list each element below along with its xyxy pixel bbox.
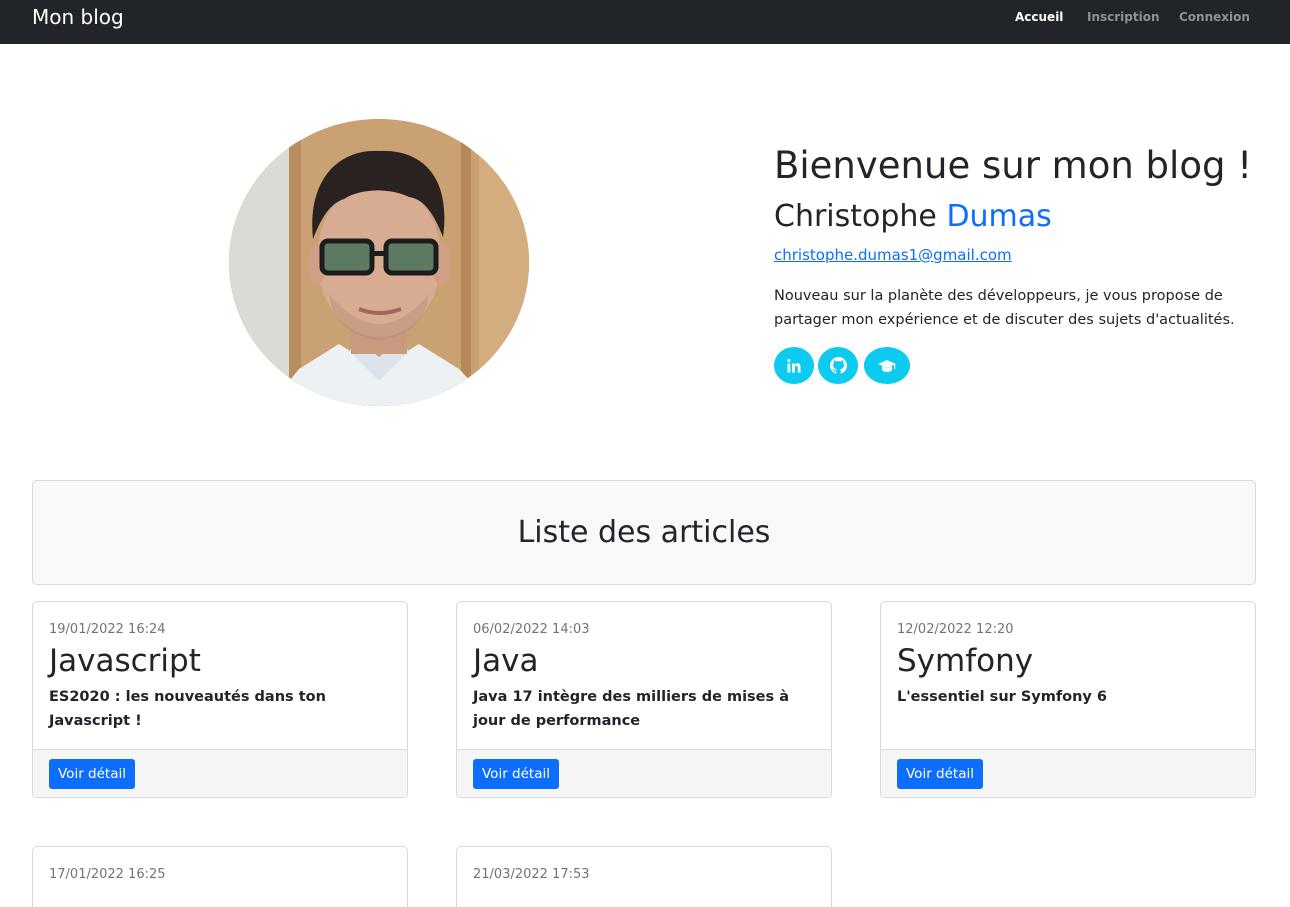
nav-link-inscription[interactable]: Inscription xyxy=(1087,10,1160,24)
article-card-footer: Voir détail xyxy=(881,749,1255,797)
navbar: Mon blog Accueil Inscription Connexion xyxy=(0,0,1290,44)
education-button[interactable] xyxy=(864,347,910,384)
article-card: 17/01/2022 16:25 xyxy=(32,846,408,907)
profile-photo-illustration xyxy=(229,119,529,406)
article-date: 19/01/2022 16:24 xyxy=(49,622,166,637)
author-first-name: Christophe xyxy=(774,199,937,234)
author-description: Nouveau sur la planète des développeurs,… xyxy=(774,288,1235,328)
article-date: 12/02/2022 12:20 xyxy=(897,622,1014,637)
github-button[interactable] xyxy=(818,347,858,384)
article-summary: Java 17 intègre des milliers de mises à … xyxy=(473,689,789,729)
view-detail-button[interactable]: Voir détail xyxy=(49,759,135,789)
article-card: 06/02/2022 14:03 Java Java 17 intègre de… xyxy=(456,601,832,798)
linkedin-icon xyxy=(787,358,801,372)
article-card-footer: Voir détail xyxy=(457,749,831,797)
github-icon xyxy=(829,357,847,374)
articles-header: Liste des articles xyxy=(32,480,1256,585)
profile-photo xyxy=(229,119,529,406)
article-card: 12/02/2022 12:20 Symfony L'essentiel sur… xyxy=(880,601,1256,798)
articles-heading: Liste des articles xyxy=(517,515,771,550)
article-card-footer: Voir détail xyxy=(33,749,407,797)
article-date: 21/03/2022 17:53 xyxy=(473,867,590,882)
view-detail-button[interactable]: Voir détail xyxy=(473,759,559,789)
nav-link-connexion[interactable]: Connexion xyxy=(1179,10,1250,24)
linkedin-button[interactable] xyxy=(774,347,814,384)
article-date: 17/01/2022 16:25 xyxy=(49,867,166,882)
article-date: 06/02/2022 14:03 xyxy=(473,622,590,637)
article-card: 19/01/2022 16:24 Javascript ES2020 : les… xyxy=(32,601,408,798)
article-title: Symfony xyxy=(897,643,1034,679)
article-summary: L'essentiel sur Symfony 6 xyxy=(897,689,1108,705)
brand-link[interactable]: Mon blog xyxy=(32,5,124,29)
author-last-name: Dumas xyxy=(946,199,1052,234)
article-card: 21/03/2022 17:53 xyxy=(456,846,832,907)
author-name: Christophe Dumas xyxy=(774,198,1052,236)
nav-link-accueil[interactable]: Accueil xyxy=(1015,10,1063,24)
page-title: Bienvenue sur mon blog ! xyxy=(774,144,1253,187)
article-title: Javascript xyxy=(49,643,201,679)
article-summary: ES2020 : les nouveautés dans ton Javascr… xyxy=(49,689,326,729)
article-title: Java xyxy=(473,643,539,679)
author-email-link[interactable]: christophe.dumas1@gmail.com xyxy=(774,246,1012,264)
graduation-cap-icon xyxy=(878,359,896,372)
view-detail-button[interactable]: Voir détail xyxy=(897,759,983,789)
